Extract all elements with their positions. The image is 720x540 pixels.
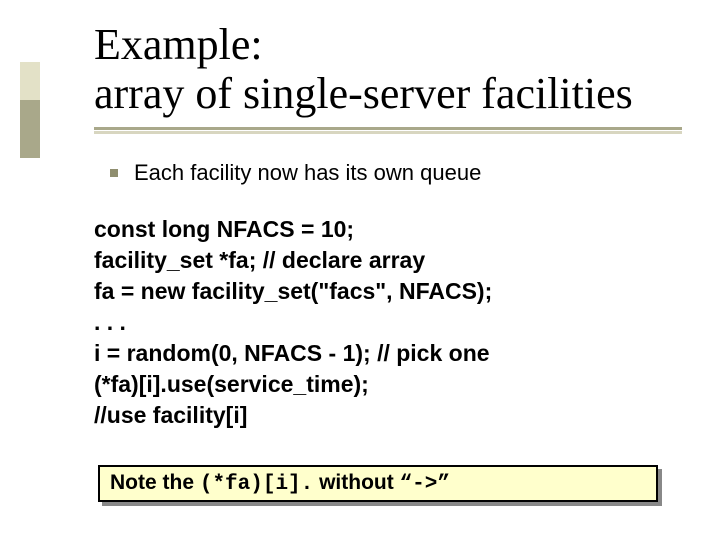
note-code-1: (*fa)[i]. [200,473,313,496]
slide: Example: array of single-server faciliti… [0,0,720,540]
note-box: Note the (*fa)[i]. without “->” [98,465,658,502]
note-prefix: Note the [110,471,200,494]
code-line: i = random(0, NFACS - 1); // pick one [94,340,490,366]
code-line: const long NFACS = 10; [94,216,354,242]
decor-bot [20,100,40,158]
square-bullet-icon [110,169,118,177]
title-line-2: array of single-server facilities [94,69,633,118]
title-area: Example: array of single-server faciliti… [94,20,694,130]
slide-title: Example: array of single-server faciliti… [94,20,694,119]
note-code-2: “->” [400,473,450,496]
slide-body: Each facility now has its own queue cons… [94,160,684,502]
bullet-item: Each facility now has its own queue [110,160,684,186]
code-line: facility_set *fa; // declare array [94,247,425,273]
code-line: (*fa)[i].use(service_time); [94,371,369,397]
decor-top [20,62,40,100]
title-line-1: Example: [94,20,263,69]
code-line: . . . [94,309,126,335]
code-line: //use facility[i] [94,402,247,428]
note-mid: without [313,471,399,494]
code-block: const long NFACS = 10; facility_set *fa;… [94,214,684,431]
code-line: fa = new facility_set("facs", NFACS); [94,278,492,304]
decor-block [20,62,40,158]
bullet-text: Each facility now has its own queue [134,160,481,186]
title-underline [94,127,682,130]
